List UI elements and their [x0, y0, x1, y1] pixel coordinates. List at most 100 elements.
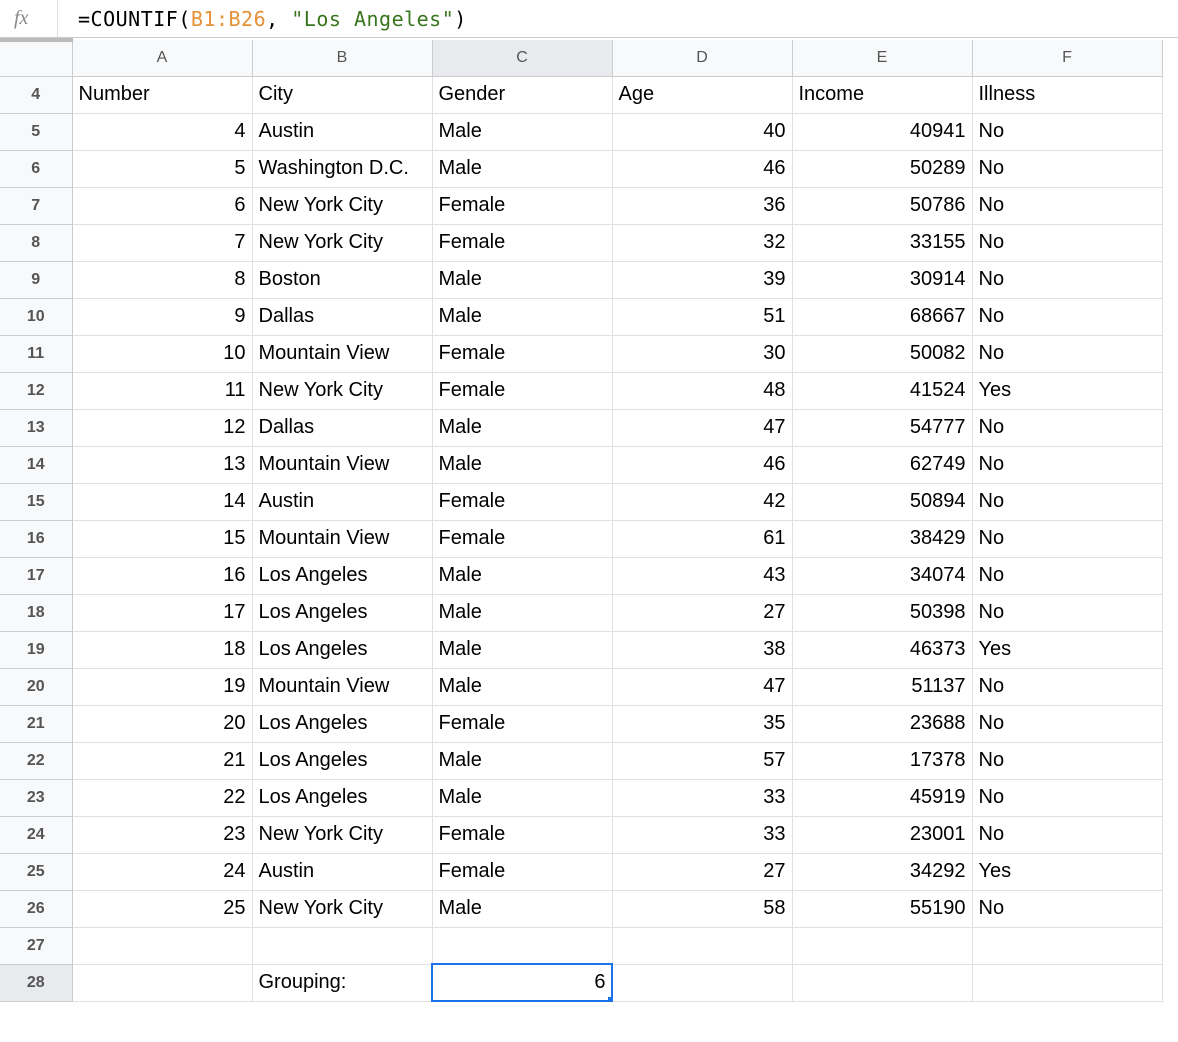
cell-C8[interactable]: Female [432, 224, 612, 261]
cell-C17[interactable]: Male [432, 557, 612, 594]
cell-B10[interactable]: Dallas [252, 298, 432, 335]
cell-C21[interactable]: Female [432, 705, 612, 742]
cell-D13[interactable]: 47 [612, 409, 792, 446]
cell-F14[interactable]: No [972, 446, 1162, 483]
cell-A4[interactable]: Number [72, 76, 252, 113]
cell-E7[interactable]: 50786 [792, 187, 972, 224]
row-header-15[interactable]: 15 [0, 483, 72, 520]
cell-E8[interactable]: 33155 [792, 224, 972, 261]
cell-D12[interactable]: 48 [612, 372, 792, 409]
cell-B19[interactable]: Los Angeles [252, 631, 432, 668]
row-header-24[interactable]: 24 [0, 816, 72, 853]
cell-C22[interactable]: Male [432, 742, 612, 779]
cell-A22[interactable]: 21 [72, 742, 252, 779]
cell-C28[interactable]: 6 [432, 964, 612, 1001]
cell-E13[interactable]: 54777 [792, 409, 972, 446]
cell-A25[interactable]: 24 [72, 853, 252, 890]
cell-E5[interactable]: 40941 [792, 113, 972, 150]
cell-F24[interactable]: No [972, 816, 1162, 853]
cell-A24[interactable]: 23 [72, 816, 252, 853]
cell-D9[interactable]: 39 [612, 261, 792, 298]
row-header-12[interactable]: 12 [0, 372, 72, 409]
cell-B27[interactable] [252, 927, 432, 964]
cell-C5[interactable]: Male [432, 113, 612, 150]
cell-E19[interactable]: 46373 [792, 631, 972, 668]
cell-B12[interactable]: New York City [252, 372, 432, 409]
cell-F5[interactable]: No [972, 113, 1162, 150]
cell-C7[interactable]: Female [432, 187, 612, 224]
cell-F21[interactable]: No [972, 705, 1162, 742]
cell-F20[interactable]: No [972, 668, 1162, 705]
cell-F16[interactable]: No [972, 520, 1162, 557]
cell-B17[interactable]: Los Angeles [252, 557, 432, 594]
cell-F17[interactable]: No [972, 557, 1162, 594]
cell-F12[interactable]: Yes [972, 372, 1162, 409]
column-header-B[interactable]: B [252, 40, 432, 76]
cell-B11[interactable]: Mountain View [252, 335, 432, 372]
cell-A21[interactable]: 20 [72, 705, 252, 742]
cell-B18[interactable]: Los Angeles [252, 594, 432, 631]
cell-C18[interactable]: Male [432, 594, 612, 631]
cell-E28[interactable] [792, 964, 972, 1001]
cell-D4[interactable]: Age [612, 76, 792, 113]
cell-F19[interactable]: Yes [972, 631, 1162, 668]
cell-B8[interactable]: New York City [252, 224, 432, 261]
cell-A5[interactable]: 4 [72, 113, 252, 150]
cell-A27[interactable] [72, 927, 252, 964]
cell-A9[interactable]: 8 [72, 261, 252, 298]
cell-D24[interactable]: 33 [612, 816, 792, 853]
cell-E15[interactable]: 50894 [792, 483, 972, 520]
cell-D26[interactable]: 58 [612, 890, 792, 927]
cell-F6[interactable]: No [972, 150, 1162, 187]
cell-B16[interactable]: Mountain View [252, 520, 432, 557]
cell-A26[interactable]: 25 [72, 890, 252, 927]
cell-D27[interactable] [612, 927, 792, 964]
cell-F27[interactable] [972, 927, 1162, 964]
row-header-28[interactable]: 28 [0, 964, 72, 1001]
cell-E25[interactable]: 34292 [792, 853, 972, 890]
cell-B21[interactable]: Los Angeles [252, 705, 432, 742]
column-header-E[interactable]: E [792, 40, 972, 76]
cell-C10[interactable]: Male [432, 298, 612, 335]
row-header-16[interactable]: 16 [0, 520, 72, 557]
cell-D8[interactable]: 32 [612, 224, 792, 261]
cell-B7[interactable]: New York City [252, 187, 432, 224]
cell-B6[interactable]: Washington D.C. [252, 150, 432, 187]
cell-B28[interactable]: Grouping: [252, 964, 432, 1001]
cell-D18[interactable]: 27 [612, 594, 792, 631]
row-header-14[interactable]: 14 [0, 446, 72, 483]
cell-B26[interactable]: New York City [252, 890, 432, 927]
cell-A13[interactable]: 12 [72, 409, 252, 446]
cell-B14[interactable]: Mountain View [252, 446, 432, 483]
cell-C19[interactable]: Male [432, 631, 612, 668]
column-header-C[interactable]: C [432, 40, 612, 76]
cell-D23[interactable]: 33 [612, 779, 792, 816]
cell-E26[interactable]: 55190 [792, 890, 972, 927]
cell-E6[interactable]: 50289 [792, 150, 972, 187]
cell-F10[interactable]: No [972, 298, 1162, 335]
cell-F7[interactable]: No [972, 187, 1162, 224]
cell-B24[interactable]: New York City [252, 816, 432, 853]
cell-E22[interactable]: 17378 [792, 742, 972, 779]
cell-B15[interactable]: Austin [252, 483, 432, 520]
row-header-18[interactable]: 18 [0, 594, 72, 631]
cell-F11[interactable]: No [972, 335, 1162, 372]
cell-C11[interactable]: Female [432, 335, 612, 372]
row-header-22[interactable]: 22 [0, 742, 72, 779]
cell-A6[interactable]: 5 [72, 150, 252, 187]
cell-B9[interactable]: Boston [252, 261, 432, 298]
row-header-5[interactable]: 5 [0, 113, 72, 150]
cell-A11[interactable]: 10 [72, 335, 252, 372]
cell-D10[interactable]: 51 [612, 298, 792, 335]
cell-E12[interactable]: 41524 [792, 372, 972, 409]
cell-E21[interactable]: 23688 [792, 705, 972, 742]
cell-C15[interactable]: Female [432, 483, 612, 520]
row-header-20[interactable]: 20 [0, 668, 72, 705]
cell-D21[interactable]: 35 [612, 705, 792, 742]
cell-C12[interactable]: Female [432, 372, 612, 409]
cell-F15[interactable]: No [972, 483, 1162, 520]
cell-F13[interactable]: No [972, 409, 1162, 446]
cell-C9[interactable]: Male [432, 261, 612, 298]
cell-E20[interactable]: 51137 [792, 668, 972, 705]
cell-C27[interactable] [432, 927, 612, 964]
